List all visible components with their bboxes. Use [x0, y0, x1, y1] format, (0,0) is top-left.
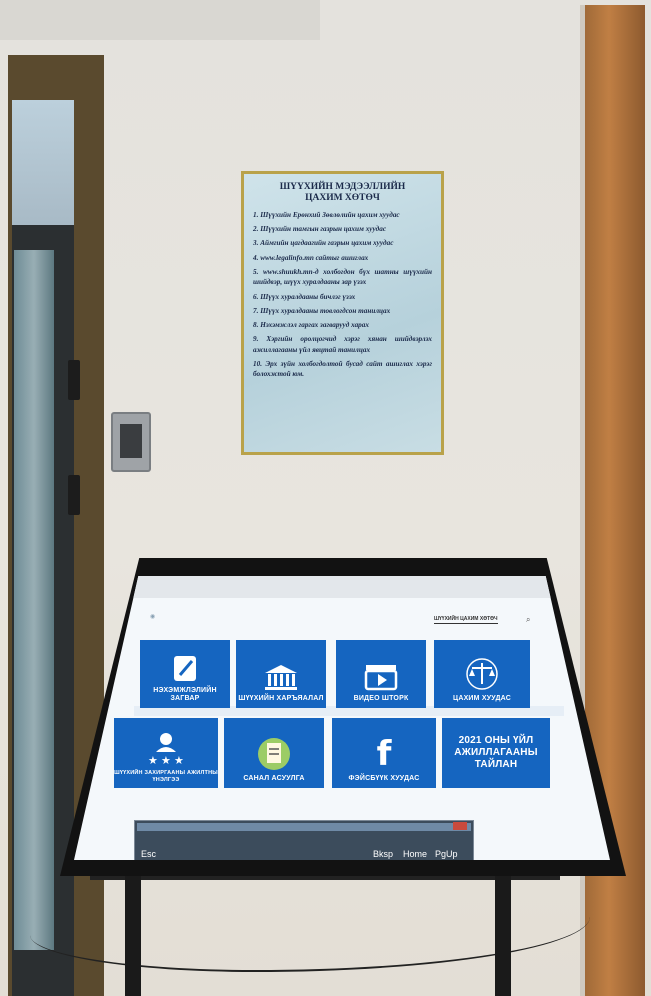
tile-label: 2021 ОНЫ ҮЙЛ АЖИЛЛАГААНЫ ТАЙЛАН	[454, 735, 538, 770]
tile-label: ЦАХИМ ХУУДАС	[453, 695, 511, 702]
tile-facebook[interactable]: f ФЭЙСБҮҮК ХУУДАС	[332, 718, 436, 788]
svg-text:★: ★	[174, 755, 184, 766]
keyboard-titlebar	[137, 823, 471, 831]
key-home[interactable]: Home	[403, 849, 427, 859]
ceiling	[0, 0, 320, 40]
scales-of-justice-icon	[466, 658, 498, 690]
key-esc[interactable]: Esc	[141, 849, 156, 859]
svg-text:★: ★	[161, 755, 171, 766]
poster-title: ШҮҮХИЙН МЭДЭЭЛЛИЙН ЦАХИМ ХӨТӨЧ	[279, 182, 406, 203]
search-icon[interactable]: ⌕	[526, 615, 530, 625]
poster-item: 10. Эрх зүйн холбогдолтой бусад сайт аши…	[253, 359, 432, 379]
kiosk-leg	[125, 860, 141, 996]
poster-item: 3. Аймгийн цагдаагийн газрын цахим хууда…	[253, 239, 394, 248]
poster-item: 2. Шүүхийн тамгын газрын цахим хуудас	[253, 225, 387, 234]
tile-claim-template[interactable]: НЭХЭМЖЛЭЛИЙН ЗАГВАР	[140, 640, 230, 708]
survey-clipboard-icon	[258, 738, 290, 770]
tile-video[interactable]: ВИДЕО ШТОРК	[336, 640, 426, 708]
tile-label: САНАЛ АСУУЛГА	[243, 775, 305, 782]
door-hinge	[68, 360, 80, 400]
key-pgup[interactable]: PgUp	[435, 849, 458, 859]
access-keypad[interactable]	[111, 412, 151, 472]
tile-label: ШҮҮХИЙН ЗАХИРГААНЫ АЖИЛТНЫ ҮНЭЛГЭЭ	[114, 770, 218, 783]
tile-label: ШҮҮХИЙН ХАРЪЯАЛАЛ	[238, 695, 324, 702]
poster-item: 1. Шүүхийн Ерөнхий Зөвлөлийн цахим хууда…	[253, 211, 400, 219]
tile-website[interactable]: ЦАХИМ ХУУДАС	[434, 640, 530, 708]
svg-text:★: ★	[148, 755, 158, 766]
poster-item: 5. www.shuukh.mn-д холбогдон бүх шатны ш…	[253, 267, 432, 287]
door-glass-panel	[14, 250, 54, 950]
close-icon[interactable]	[453, 822, 467, 830]
info-poster: ШҮҮХИЙН МЭДЭЭЛЛИЙН ЦАХИМ ХӨТӨЧ 1. Шүүхий…	[241, 171, 444, 455]
door-hinge	[68, 475, 80, 515]
browser-toolbar	[74, 576, 610, 598]
poster-item: 7. Шүүх хуралдааны товлогдсон танилцах	[253, 306, 391, 315]
kiosk-leg	[495, 860, 511, 996]
tile-label: ВИДЕО ШТОРК	[353, 695, 409, 702]
tile-survey[interactable]: САНАЛ АСУУЛГА	[224, 718, 324, 788]
poster-item: 8. Нэхэмжлэл гаргах загварууд харах	[253, 320, 369, 329]
site-logo[interactable]: ◉	[150, 613, 155, 620]
poster-item: 4. www.legalinfo.mn сайтыг ашиглах	[253, 253, 369, 262]
door-transom-glass	[12, 100, 74, 225]
tile-label: НЭХЭМЖЛЭЛИЙН ЗАГВАР	[153, 687, 217, 702]
key-bksp[interactable]: Bksp	[373, 849, 393, 859]
tile-staff-rating[interactable]: ★ ★ ★ ШҮҮХИЙН ЗАХИРГААНЫ АЖИЛТНЫ ҮНЭЛГЭЭ	[114, 718, 218, 788]
poster-item: 6. Шүүх хуралдааны бичлэг үзэх	[253, 292, 356, 301]
poster-item: 9. Хэргийн оролцогчид хэрэг хянан шийдвэ…	[253, 335, 432, 354]
on-screen-keyboard[interactable]: Esc Bksp Home PgUp	[134, 820, 474, 860]
tile-label: ФЭЙСБҮҮК ХУУДАС	[348, 775, 420, 782]
kiosk-screen: ◉ ШҮҮХИЙН ЦАХИМ ХӨТӨЧ ⌕ НЭХЭМЖЛЭЛИЙН ЗАГ…	[74, 576, 610, 860]
document-pen-icon	[174, 656, 196, 681]
person-stars-icon: ★ ★ ★	[148, 733, 184, 766]
facebook-icon: f	[376, 734, 392, 774]
courthouse-icon	[265, 665, 297, 690]
tile-court-jurisdiction[interactable]: ШҮҮХИЙН ХАРЪЯАЛАЛ	[236, 640, 326, 708]
video-clapper-icon	[364, 665, 398, 691]
tile-annual-report[interactable]: 2021 ОНЫ ҮЙЛ АЖИЛЛАГААНЫ ТАЙЛАН	[442, 718, 550, 788]
site-header-title: ШҮҮХИЙН ЦАХИМ ХӨТӨЧ	[434, 616, 498, 624]
